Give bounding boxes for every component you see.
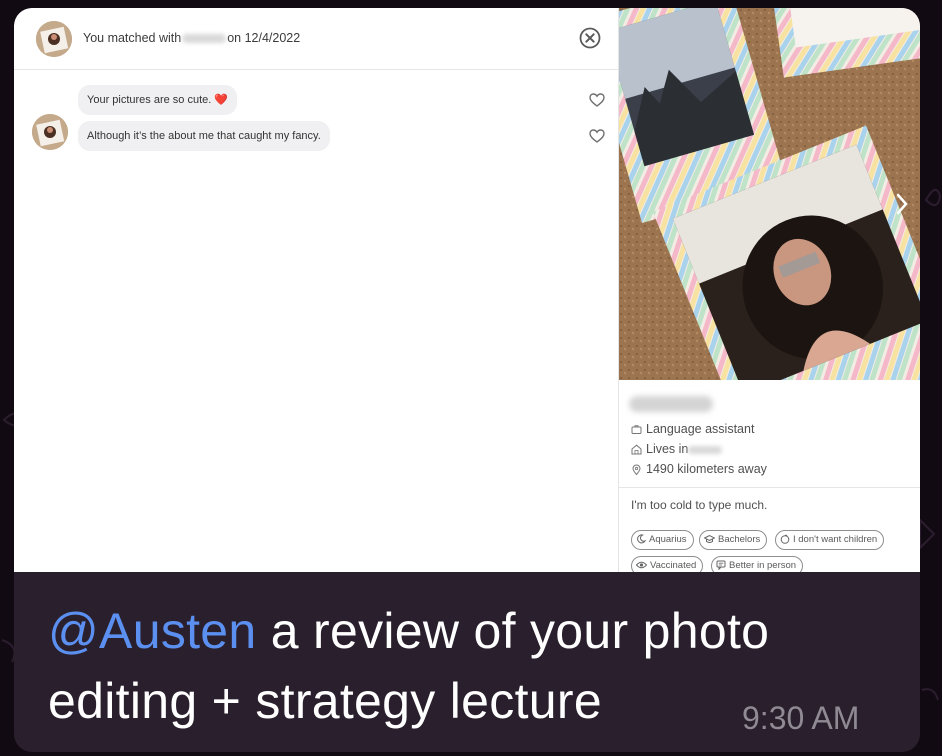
location-row: Lives in [631, 442, 723, 458]
tag-aquarius: Aquarius [631, 530, 694, 550]
moon-icon [637, 534, 647, 544]
match-avatar-small[interactable] [32, 114, 68, 150]
briefcase-icon [631, 425, 642, 434]
chevron-right-icon [896, 193, 908, 215]
dating-app-screenshot: You matched with on 12/4/2022 Your pictur… [14, 8, 920, 572]
message-row: Although it’s the about me that caught m… [14, 114, 619, 151]
like-button[interactable] [589, 92, 605, 108]
message-bubble[interactable]: Although it’s the about me that caught m… [78, 121, 330, 151]
match-info: You matched with on 12/4/2022 [83, 31, 300, 45]
profile-photo-image [619, 8, 920, 380]
heart-outline-icon [589, 93, 605, 107]
job-row: Language assistant [631, 422, 754, 438]
profile-divider [619, 487, 920, 488]
chat-icon [716, 560, 726, 571]
job-title: Language assistant [646, 422, 755, 436]
profile-photo[interactable] [619, 8, 920, 380]
lives-in-label: Lives in [646, 442, 689, 456]
location-pin-icon [632, 464, 641, 476]
tag-better-in-person: Better in person [711, 556, 804, 572]
like-button[interactable] [589, 128, 605, 144]
tag-label: Better in person [729, 560, 797, 571]
chat-header: You matched with on 12/4/2022 [14, 8, 619, 70]
message-bubble[interactable]: Your pictures are so cute. ❤️ [78, 85, 238, 115]
message-timestamp: 9:30 AM [742, 700, 860, 736]
tag-label: Aquarius [649, 534, 687, 545]
tag-bachelors: Bachelors [699, 530, 768, 550]
house-icon [631, 444, 642, 455]
chat-message-bubble: You matched with on 12/4/2022 Your pictur… [14, 8, 920, 752]
baby-icon [780, 534, 790, 544]
heart-outline-icon [589, 129, 605, 143]
eye-icon [635, 561, 648, 569]
redacted-profile-name [629, 396, 713, 412]
close-button[interactable] [579, 27, 601, 49]
tag-label: Vaccinated [650, 560, 697, 571]
chat-pane: You matched with on 12/4/2022 Your pictur… [14, 8, 619, 572]
profile-bio: I'm too cold to type much. [631, 498, 768, 512]
redacted-city [688, 445, 723, 454]
distance-row: 1490 kilometers away [631, 462, 767, 478]
match-date: on 12/4/2022 [227, 31, 301, 45]
message-row: Your pictures are so cute. ❤️ [14, 85, 619, 115]
graduation-cap-icon [703, 534, 716, 543]
tag-label: Bachelors [718, 534, 761, 545]
distance-text: 1490 kilometers away [646, 462, 767, 476]
match-avatar[interactable] [36, 21, 72, 57]
user-mention[interactable]: @Austen [48, 603, 257, 659]
profile-pane: Language assistant Lives in 1490 kilomet… [619, 8, 920, 572]
tag-vaccinated: Vaccinated [631, 556, 704, 572]
next-photo-button[interactable] [894, 192, 910, 216]
match-prefix: You matched with [83, 31, 182, 45]
redacted-name [182, 34, 227, 44]
tag-label: I don't want children [793, 534, 878, 545]
close-circle-icon [579, 27, 601, 49]
tag-children: I don't want children [775, 530, 885, 550]
